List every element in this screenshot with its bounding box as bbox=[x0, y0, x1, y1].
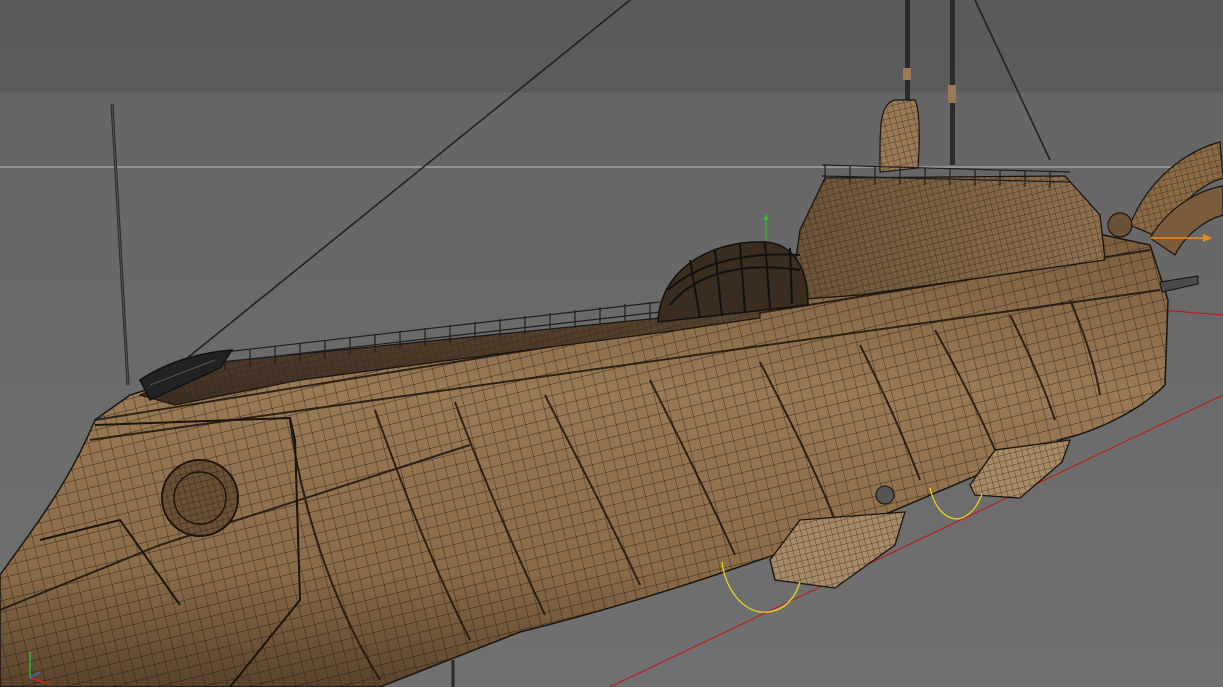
viewport-canvas[interactable] bbox=[0, 0, 1223, 687]
bow-antenna[interactable] bbox=[110, 103, 130, 386]
grid-x-axis-far bbox=[1159, 309, 1223, 316]
3d-viewport[interactable] bbox=[0, 0, 1223, 687]
porthole[interactable] bbox=[161, 459, 239, 537]
transform-gizmo[interactable] bbox=[763, 214, 769, 240]
